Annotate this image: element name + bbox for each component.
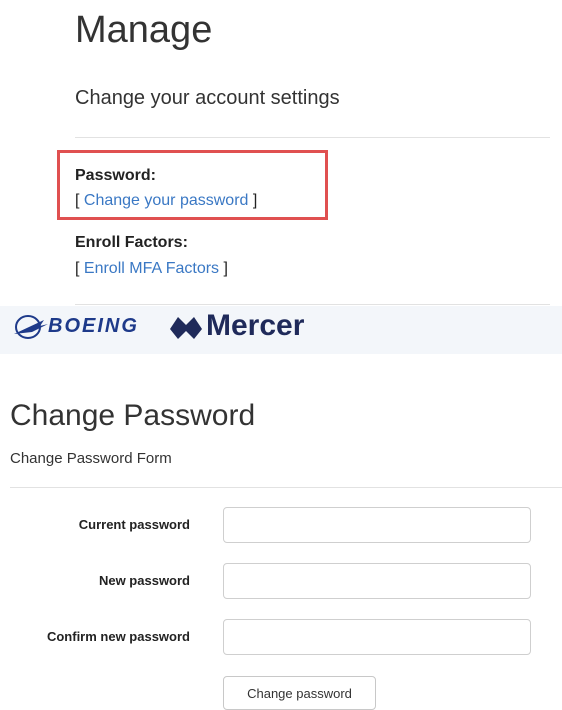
change-password-title: Change Password [10,399,256,432]
change-password-link[interactable]: Change your password [84,192,249,209]
page-subtitle: Change your account settings [75,87,340,109]
bracket-open: [ [75,192,84,209]
current-password-input[interactable] [223,507,531,543]
mercer-logo-icon [170,317,202,339]
divider [10,487,562,488]
boeing-logo-icon [14,315,48,339]
password-link-row: [ Change your password ] [75,190,257,212]
new-password-input[interactable] [223,563,531,599]
password-label: Password: [75,167,156,184]
confirm-password-label: Confirm new password [46,629,190,644]
mercer-logo-text: Mercer [206,309,305,342]
divider [75,137,550,138]
new-password-label: New password [98,573,190,588]
boeing-logo-text: BOEING [48,315,139,337]
bracket-open: [ [75,260,84,277]
divider [75,304,550,305]
bracket-close: ] [248,192,258,209]
current-password-label: Current password [78,517,190,532]
page-title: Manage [75,9,213,51]
bracket-close: ] [219,260,228,277]
enroll-link-row: [ Enroll MFA Factors ] [75,258,228,280]
form-subtitle: Change Password Form [10,450,172,467]
change-password-button[interactable]: Change password [223,676,376,710]
enroll-factors-label: Enroll Factors: [75,234,188,251]
confirm-password-input[interactable] [223,619,531,655]
enroll-mfa-link[interactable]: Enroll MFA Factors [84,260,219,277]
